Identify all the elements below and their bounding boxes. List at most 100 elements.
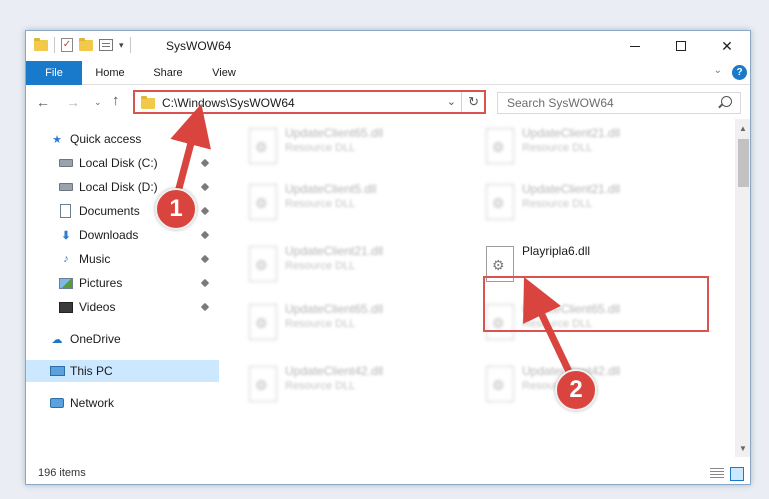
sidebar-item-music[interactable]: ♪ Music [26,248,219,270]
customize-toolbar-icon[interactable]: ▾ [119,40,124,51]
details-view-icon[interactable] [710,468,724,480]
scroll-down-icon[interactable]: ▼ [739,444,747,453]
pc-icon [50,366,65,376]
expand-ribbon-icon[interactable]: ⌄ [714,65,722,76]
tab-file[interactable]: File [26,61,82,85]
dll-file-icon [249,246,277,282]
file-name: Playripla6.dll [522,244,591,258]
file-item[interactable]: UpdateClient21.dll Resource DLL [249,244,479,302]
close-icon: ✕ [721,37,733,54]
file-name: UpdateClient21.dll [285,244,384,258]
documents-icon [60,204,71,218]
minimize-button[interactable] [612,31,658,61]
sidebar-item-onedrive[interactable]: ☁ OneDrive [26,328,219,350]
file-item[interactable]: UpdateClient5.dll Resource DLL [249,182,479,240]
new-folder-icon[interactable] [79,37,93,51]
file-item[interactable]: UpdateClient21.dll Resource DLL [486,182,716,240]
properties-check-icon[interactable]: ✓ [61,38,73,52]
file-type: Resource DLL [285,142,356,154]
file-type: Resource DLL [285,260,356,272]
help-icon[interactable]: ? [732,65,747,80]
sidebar-item-downloads[interactable]: ⬇ Downloads [26,224,219,246]
star-icon: ★ [52,133,62,146]
sidebar-item-label: OneDrive [70,332,121,346]
tab-view[interactable]: View [206,61,242,85]
videos-icon [59,301,73,313]
file-item[interactable]: UpdateClient65.dll Resource DLL [249,302,479,360]
sidebar-item-label: Downloads [79,228,139,242]
search-placeholder: Search SysWOW64 [507,96,614,110]
sidebar-item-pictures[interactable]: Pictures [26,272,219,294]
tab-share[interactable]: Share [148,61,188,85]
vertical-scrollbar[interactable]: ▲ ▼ [735,119,750,457]
file-type: Resource DLL [285,198,356,210]
maximize-button[interactable] [658,31,704,61]
explorer-window: ✓ ▾ SysWOW64 ✕ File Home Share View ⌄ ? … [25,30,751,485]
sidebar-item-label: Quick access [70,132,142,146]
dll-file-icon [486,366,514,402]
up-arrow-icon[interactable]: ↑ [112,92,120,109]
scrollbar-thumb[interactable] [738,139,749,187]
sidebar-item-label: Local Disk (C:) [79,156,158,170]
sidebar-item-this-pc[interactable]: This PC [26,360,219,382]
network-icon [50,398,64,408]
file-highlight-box [483,276,709,332]
file-item[interactable]: UpdateClient21.dll Resource DLL [486,126,716,184]
file-type: Resource DLL [522,198,593,210]
folder-icon [141,96,155,109]
back-arrow-icon[interactable]: ← [36,94,50,110]
sidebar-item-label: This PC [70,364,113,378]
file-item[interactable]: UpdateClient42.dll Resource DLL [249,364,479,422]
search-input[interactable]: Search SysWOW64 [497,92,741,114]
scroll-up-icon[interactable]: ▲ [739,124,747,133]
step-1-callout: 1 [155,188,197,230]
sidebar-item-videos[interactable]: Videos [26,296,219,318]
disk-icon [59,159,73,167]
properties-icon[interactable] [99,39,113,51]
dll-file-icon [249,304,277,340]
file-name: UpdateClient5.dll [285,182,377,196]
sidebar-item-label: Music [79,252,111,266]
minimize-icon [630,45,640,47]
search-icon[interactable] [721,96,732,107]
pin-icon [200,182,210,192]
address-bar[interactable]: C:\Windows\SysWOW64 ⌄ ↻ [133,90,486,114]
large-icons-view-icon[interactable] [730,467,744,481]
sidebar-item-label: Videos [79,300,116,314]
forward-arrow-icon[interactable]: → [66,94,80,110]
dll-file-icon [486,184,514,220]
sidebar-item-label: Network [70,396,115,410]
pin-icon [200,278,210,288]
dll-file-icon [486,128,514,164]
file-type: Resource DLL [522,142,593,154]
dll-file-icon [249,128,277,164]
address-path[interactable]: C:\Windows\SysWOW64 [162,96,295,110]
file-list: UpdateClient65.dll Resource DLL UpdateCl… [219,119,735,457]
pin-icon [200,206,210,216]
download-icon: ⬇ [61,229,71,242]
refresh-icon[interactable]: ↻ [468,94,479,110]
close-button[interactable]: ✕ [704,31,750,61]
navigation-pane: ★ Quick access Local Disk (C:) Local Dis… [26,119,219,457]
chevron-down-icon[interactable]: ⌄ [447,95,456,108]
recent-locations-icon[interactable]: ⌄ [94,97,102,108]
sidebar-item-label: Documents [79,204,140,218]
pictures-icon [59,277,73,289]
file-name: UpdateClient65.dll [285,302,384,316]
sidebar-item-network[interactable]: Network [26,392,219,414]
sidebar-item-label: Pictures [79,276,123,290]
file-item[interactable]: UpdateClient65.dll Resource DLL [249,126,479,184]
pin-icon [200,158,210,168]
toolbar-divider [129,37,131,53]
disk-icon [59,183,73,191]
folder-icon [34,37,48,51]
file-name: UpdateClient21.dll [522,126,621,140]
maximize-icon [676,41,686,51]
sidebar-item-local-disk-c[interactable]: Local Disk (C:) [26,152,219,174]
file-type: Resource DLL [285,318,356,330]
tab-home[interactable]: Home [88,61,132,85]
file-item[interactable]: UpdateClient42.dll Resource DLL [486,364,716,422]
sidebar-item-quick-access[interactable]: ★ Quick access [26,128,219,150]
dll-file-icon [249,184,277,220]
ribbon: File Home Share View ⌄ ? [26,61,750,85]
